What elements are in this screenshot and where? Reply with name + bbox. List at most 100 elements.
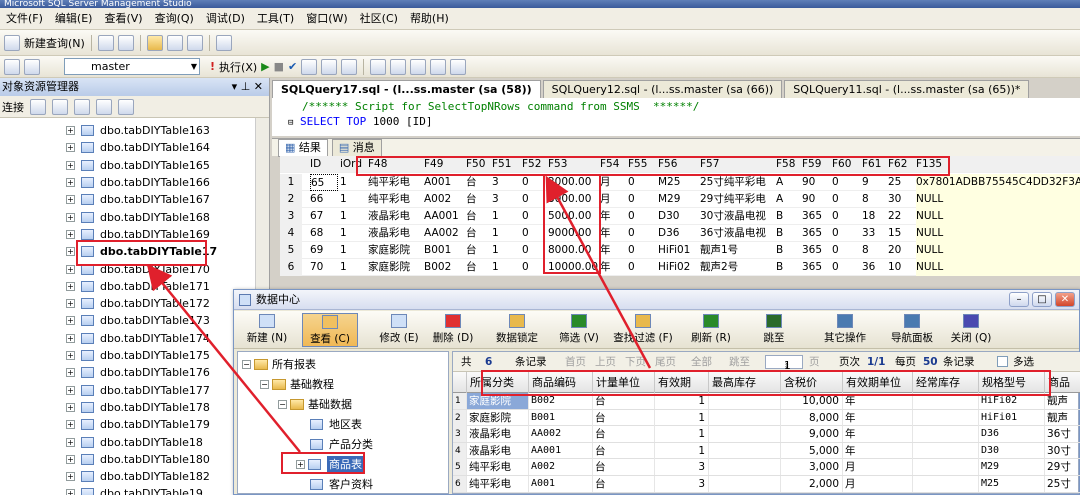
stop-icon[interactable]: ■ <box>274 60 284 73</box>
tree-item-table[interactable]: + dbo.tabDIYTable175 <box>66 347 210 364</box>
disconnect-icon[interactable] <box>30 98 46 115</box>
tree-node-basic-course[interactable]: − 基础教程 <box>260 374 334 394</box>
tree-item-table[interactable]: + dbo.tabDIYTable166 <box>66 174 210 191</box>
tree-node-all-reports[interactable]: − 所有报表 <box>242 354 316 374</box>
expand-icon[interactable]: + <box>66 195 75 205</box>
delete-button[interactable]: 删除 (D) <box>430 313 476 347</box>
tab-results[interactable]: ▦ 结果 <box>278 138 328 157</box>
tab-sqlquery12[interactable]: SQLQuery12.sql - (l...ss.master (sa (66)… <box>542 80 783 98</box>
first-page-button[interactable]: 首页 <box>565 352 586 372</box>
results-row[interactable]: 3 67 1 液晶彩电 AA001 台 1 0 5000.00 年 0 D30 30寸液晶电视 B 365 0… <box>280 208 1080 225</box>
open-file-icon[interactable] <box>117 34 134 51</box>
expand-icon[interactable]: + <box>66 212 75 222</box>
refresh-icon[interactable] <box>118 98 134 115</box>
expand-icon[interactable]: + <box>66 420 75 430</box>
last-page-button[interactable]: 尾页 <box>655 352 676 372</box>
outdent-icon[interactable] <box>430 58 447 75</box>
expand-icon[interactable]: + <box>66 299 75 309</box>
goto-button[interactable]: 跳至 <box>746 313 802 347</box>
change-connection-icon[interactable] <box>24 58 40 75</box>
new-button[interactable]: 新建 (N) <box>242 313 292 347</box>
sql-editor[interactable]: /****** Script for SelectTopNRows comman… <box>272 98 1080 136</box>
page-input[interactable]: 1 ⇕ <box>765 355 803 372</box>
find-filter-button[interactable]: 查找过滤 (F) <box>608 313 678 347</box>
parse-check-icon[interactable]: ✔ <box>288 60 297 73</box>
results-to-icon[interactable] <box>321 58 338 75</box>
next-page-button[interactable]: 下页 <box>625 352 646 372</box>
tree-item-table[interactable]: + dbo.tabDIYTable167 <box>66 191 210 208</box>
tree-item-table[interactable]: + dbo.tabDIYTable177 <box>66 382 210 399</box>
tree-item-table[interactable]: + dbo.tabDIYTable172 <box>66 295 210 312</box>
tab-sqlquery11[interactable]: SQLQuery11.sql - (l...ss.master (sa (65)… <box>784 80 1030 98</box>
results-column-header[interactable] <box>284 156 306 173</box>
database-selector[interactable]: master ▼ <box>64 58 200 75</box>
indent-icon[interactable] <box>410 58 427 75</box>
tree-item-table[interactable]: + dbo.tabDIYTable171 <box>66 278 210 295</box>
comment-icon[interactable] <box>370 58 387 75</box>
tree-item-table[interactable]: + dbo.tabDIYTable163 <box>66 122 210 139</box>
expand-icon[interactable]: + <box>66 402 75 412</box>
connect-icon[interactable] <box>4 58 20 75</box>
new-query-button[interactable]: 新建查询(N) <box>24 35 85 51</box>
menu-view[interactable]: 查看(V) <box>98 8 148 30</box>
grid-row[interactable]: 2 家庭影院 B001 台 1 8,000 年 HiFi01 靓声 <box>453 409 1080 427</box>
open-folder-icon[interactable] <box>146 34 163 51</box>
close-dialog-button[interactable]: 关闭 (Q) <box>946 313 996 347</box>
tree-item-table[interactable]: + dbo.tabDIYTable176 <box>66 364 210 381</box>
prev-page-button[interactable]: 上页 <box>595 352 616 372</box>
tree-item-table[interactable]: + dbo.tabDIYTable19 <box>66 485 203 495</box>
tree-item-table[interactable]: + dbo.tabDIYTable168 <box>66 209 210 226</box>
tree-node-region[interactable]: 地区表 <box>310 414 362 434</box>
goto-button[interactable]: 跳至 <box>729 352 750 372</box>
activity-monitor-icon[interactable] <box>215 34 232 51</box>
results-row[interactable]: 5 69 1 家庭影院 B001 台 1 0 8000.00 年 0 HiFi01 靓声1号 B 365 0 8… <box>280 242 1080 259</box>
expand-icon[interactable]: + <box>66 264 75 274</box>
grid-row[interactable]: 4 液晶彩电 AA001 台 1 5,000 年 D30 30寸 <box>453 442 1080 460</box>
menu-query[interactable]: 查询(Q) <box>149 8 200 30</box>
results-column-header[interactable]: ID <box>310 156 338 173</box>
specify-values-icon[interactable] <box>450 58 467 75</box>
minimize-button[interactable]: – <box>1009 292 1029 307</box>
collapse-icon[interactable]: − <box>260 379 269 389</box>
edit-button[interactable]: 修改 (E) <box>374 313 424 347</box>
tree-node-customer[interactable]: 客户资料 <box>310 474 373 494</box>
expand-icon[interactable]: + <box>66 437 75 447</box>
tree-item-table[interactable]: + dbo.tabDIYTable18 <box>66 433 203 450</box>
tree-node-basic-data[interactable]: − 基础数据 <box>278 394 352 414</box>
expand-icon[interactable]: + <box>66 126 75 136</box>
menu-file[interactable]: 文件(F) <box>0 8 49 30</box>
results-row[interactable]: 2 66 1 纯平彩电 A002 台 3 0 3000.00 月 0 M29 29寸纯平彩电 A 90 0 8 3… <box>280 191 1080 208</box>
expand-icon[interactable]: + <box>66 281 75 291</box>
expand-icon[interactable]: + <box>66 489 75 495</box>
expand-icon[interactable]: + <box>66 385 75 395</box>
multi-select-checkbox[interactable] <box>997 356 1008 367</box>
all-button[interactable]: 全部 <box>691 352 712 372</box>
nav-panel-button[interactable]: 导航面板 <box>884 313 940 347</box>
tree-item-table[interactable]: + dbo.tabDIYTable165 <box>66 157 210 174</box>
expand-icon[interactable]: + <box>66 178 75 188</box>
expand-icon[interactable]: + <box>66 316 75 326</box>
tab-messages[interactable]: ▤ 消息 <box>331 138 382 157</box>
filter-button[interactable]: 筛选 (V) <box>556 313 602 347</box>
filter-icon[interactable] <box>96 98 112 115</box>
results-row[interactable]: 1 65 1 纯平彩电 A001 台 3 0 2000.00 月 0 M25 25寸纯平彩电 A 90 0 9 2… <box>280 174 1080 191</box>
expand-icon[interactable]: + <box>66 229 75 239</box>
collapse-icon[interactable]: − <box>242 359 251 369</box>
results-row[interactable]: 4 68 1 液晶彩电 AA002 台 1 0 9000.00 年 0 D36 36寸液晶电视 B 365 0… <box>280 225 1080 242</box>
other-actions-button[interactable]: 其它操作 <box>812 313 878 347</box>
expand-icon[interactable]: + <box>66 333 75 343</box>
tree-item-table[interactable]: + dbo.tabDIYTable164 <box>66 139 210 156</box>
maximize-button[interactable]: □ <box>1032 292 1052 307</box>
close-button[interactable]: ✕ <box>1055 292 1075 307</box>
uncomment-icon[interactable] <box>390 58 407 75</box>
save-icon[interactable] <box>166 34 183 51</box>
expand-icon[interactable]: + <box>66 368 75 378</box>
debug-play-icon[interactable]: ▶ <box>261 60 269 73</box>
tree-item-table[interactable]: + dbo.tabDIYTable178 <box>66 399 210 416</box>
grid-row[interactable]: 5 纯平彩电 A002 台 3 3,000 月 M29 29寸 <box>453 459 1080 476</box>
save-all-icon[interactable] <box>186 34 203 51</box>
tree-item-table[interactable]: + dbo.tabDIYTable180 <box>66 451 210 468</box>
tree-node-product-category[interactable]: 产品分类 <box>310 434 373 454</box>
expand-icon[interactable]: + <box>66 160 75 170</box>
menu-debug[interactable]: 调试(D) <box>200 8 251 30</box>
